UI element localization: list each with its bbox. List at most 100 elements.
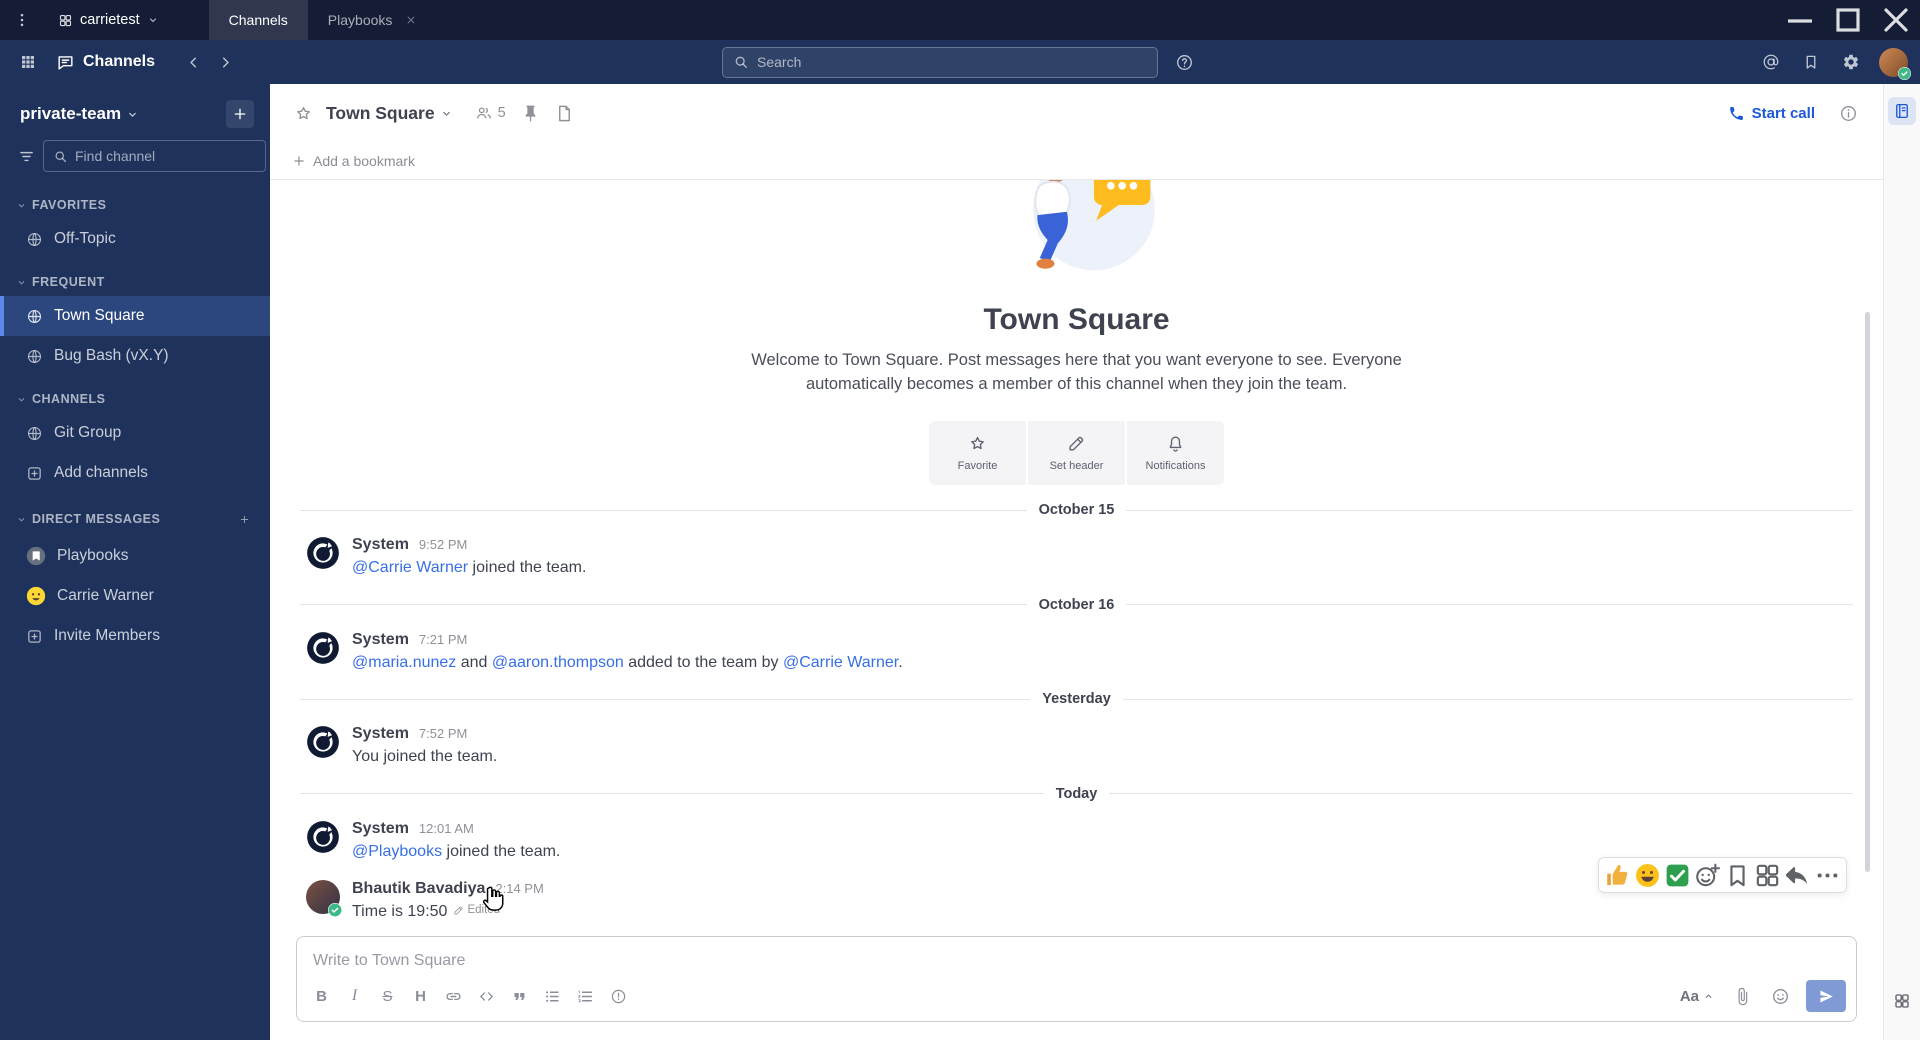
reply-button[interactable] bbox=[1783, 861, 1812, 889]
apps-bar-bottom-button[interactable] bbox=[1889, 988, 1915, 1014]
tab-channels[interactable]: Channels bbox=[208, 0, 308, 40]
code-button[interactable] bbox=[470, 980, 503, 1012]
history-back-button[interactable] bbox=[177, 46, 209, 78]
mention-link[interactable]: @maria.nunez bbox=[352, 654, 456, 671]
bulleted-list-button[interactable] bbox=[536, 980, 569, 1012]
message-row[interactable]: System 7:21 PM @maria.nunez and @aaron.tho… bbox=[270, 622, 1883, 683]
search-input[interactable] bbox=[757, 54, 1147, 70]
pinned-messages-button[interactable] bbox=[514, 96, 548, 130]
global-search[interactable] bbox=[722, 46, 1158, 78]
window-minimize-button[interactable] bbox=[1776, 0, 1824, 40]
window-close-button[interactable] bbox=[1872, 0, 1920, 40]
sidebar-item-git-group[interactable]: Git Group bbox=[0, 413, 270, 453]
date-label[interactable]: October 15 bbox=[1027, 502, 1127, 518]
message-timestamp[interactable]: 9:52 PM bbox=[419, 537, 467, 552]
insert-link-button[interactable] bbox=[437, 980, 470, 1012]
find-channel-input[interactable] bbox=[75, 148, 256, 164]
start-call-button[interactable]: Start call bbox=[1718, 99, 1825, 128]
find-channel-box[interactable] bbox=[43, 140, 266, 172]
date-label[interactable]: Today bbox=[1044, 786, 1110, 802]
date-label[interactable]: October 16 bbox=[1027, 597, 1127, 613]
grinning-reaction-button[interactable] bbox=[1633, 861, 1662, 889]
message-row[interactable]: System 7:52 PM You joined the team. bbox=[270, 716, 1883, 777]
product-switcher-button[interactable] bbox=[12, 46, 44, 78]
quote-button[interactable] bbox=[503, 980, 536, 1012]
message-apps-button[interactable] bbox=[1753, 861, 1782, 889]
mention-link[interactable]: @Playbooks bbox=[352, 843, 442, 860]
add-reaction-button[interactable] bbox=[1693, 861, 1722, 889]
message-author[interactable]: Bhautik Bavadiya bbox=[352, 880, 485, 898]
help-button[interactable] bbox=[1170, 48, 1198, 76]
window-maximize-button[interactable] bbox=[1824, 0, 1872, 40]
sidebar-item-add-channels[interactable]: Add channels bbox=[0, 453, 270, 493]
sidebar-item-bug-bash-vx-y[interactable]: Bug Bash (vX.Y) bbox=[0, 336, 270, 376]
sidebar-category-direct-messages[interactable]: DIRECT MESSAGES bbox=[0, 493, 270, 536]
channel-members-button[interactable]: 5 bbox=[467, 99, 514, 127]
channel-files-button[interactable] bbox=[548, 96, 582, 130]
history-forward-button[interactable] bbox=[209, 46, 241, 78]
tab-playbooks[interactable]: Playbooks bbox=[308, 0, 439, 40]
online-status-icon bbox=[1898, 66, 1911, 80]
message-row[interactable]: Bhautik Bavadiya 2:14 PM Time is 19:50 Edit… bbox=[270, 857, 1883, 932]
mention-link[interactable]: @Carrie Warner bbox=[352, 559, 468, 576]
message-author[interactable]: System bbox=[352, 536, 409, 554]
intro-set-header-button[interactable]: Set header bbox=[1028, 421, 1125, 486]
recent-mentions-button[interactable] bbox=[1755, 46, 1787, 78]
intro-favorite-button[interactable]: Favorite bbox=[929, 421, 1026, 486]
sidebar-item-invite-members[interactable]: Invite Members bbox=[0, 616, 270, 656]
apps-bar-top-button[interactable] bbox=[1888, 97, 1916, 125]
channel-filter-button[interactable] bbox=[18, 143, 35, 169]
formatting-toggle-button[interactable]: Aa bbox=[1674, 984, 1720, 1009]
sidebar-category-frequent[interactable]: FREQUENT bbox=[0, 259, 270, 296]
saved-messages-button[interactable] bbox=[1795, 46, 1827, 78]
sidebar-item-playbooks[interactable]: Playbooks bbox=[0, 536, 270, 576]
thumbs-up-reaction-button[interactable] bbox=[1603, 861, 1632, 889]
message-row[interactable]: System 9:52 PM @Carrie Warner joined the t… bbox=[270, 527, 1883, 588]
apps-grid-icon bbox=[19, 53, 37, 71]
message-timestamp[interactable]: 7:21 PM bbox=[419, 632, 467, 647]
more-actions-button[interactable] bbox=[1813, 861, 1842, 889]
settings-button[interactable] bbox=[1835, 46, 1867, 78]
message-timestamp[interactable]: 12:01 AM bbox=[419, 821, 474, 836]
send-message-button[interactable] bbox=[1806, 980, 1846, 1012]
heading-button[interactable]: H bbox=[404, 980, 437, 1012]
channel-info-button[interactable] bbox=[1831, 96, 1865, 130]
attach-file-button[interactable] bbox=[1726, 980, 1758, 1012]
check-mark-reaction-button[interactable] bbox=[1663, 861, 1692, 889]
user-avatar[interactable] bbox=[1879, 47, 1911, 80]
emoji-picker-button[interactable] bbox=[1764, 980, 1796, 1012]
sidebar-item-carrie-warner[interactable]: Carrie Warner bbox=[0, 576, 270, 616]
mention-link[interactable]: @Carrie Warner bbox=[783, 654, 898, 671]
message-priority-button[interactable] bbox=[602, 980, 635, 1012]
team-menu[interactable]: private-team bbox=[20, 104, 139, 124]
bold-button[interactable]: B bbox=[305, 980, 338, 1012]
message-author[interactable]: System bbox=[352, 820, 409, 838]
sidebar-category-channels[interactable]: CHANNELS bbox=[0, 376, 270, 413]
favorite-channel-button[interactable] bbox=[286, 96, 320, 130]
add-direct-message-button[interactable] bbox=[234, 509, 254, 529]
channel-menu[interactable]: Town Square bbox=[320, 99, 459, 128]
tab-close-button[interactable] bbox=[404, 13, 418, 27]
scrollbar[interactable] bbox=[1865, 312, 1870, 872]
add-channel-button[interactable] bbox=[226, 100, 254, 128]
message-timestamp[interactable]: 2:14 PM bbox=[495, 881, 543, 896]
strikethrough-button[interactable]: S bbox=[371, 980, 404, 1012]
message-timestamp[interactable]: 7:52 PM bbox=[419, 726, 467, 741]
server-selector[interactable]: carrietest bbox=[44, 0, 173, 40]
sidebar-item-town-square[interactable]: Town Square bbox=[0, 296, 270, 336]
italic-button[interactable]: I bbox=[338, 980, 371, 1012]
message-author[interactable]: System bbox=[352, 631, 409, 649]
mention-link[interactable]: @aaron.thompson bbox=[492, 654, 624, 671]
date-label[interactable]: Yesterday bbox=[1030, 691, 1123, 707]
sidebar-item-off-topic[interactable]: Off-Topic bbox=[0, 219, 270, 259]
app-menu-button[interactable] bbox=[0, 0, 44, 40]
message-author[interactable]: System bbox=[352, 725, 409, 743]
add-bookmark-button[interactable]: Add a bookmark bbox=[292, 153, 415, 169]
message-input[interactable] bbox=[297, 937, 1856, 976]
save-message-button[interactable] bbox=[1723, 861, 1752, 889]
intro-notifications-button[interactable]: Notifications bbox=[1127, 421, 1224, 486]
message-list: October 15 System 9:52 PM @Carrie Warner jo… bbox=[270, 493, 1883, 932]
sidebar-category-favorites[interactable]: FAVORITES bbox=[0, 182, 270, 219]
numbered-list-button[interactable] bbox=[569, 980, 602, 1012]
category-label: FAVORITES bbox=[32, 198, 107, 212]
